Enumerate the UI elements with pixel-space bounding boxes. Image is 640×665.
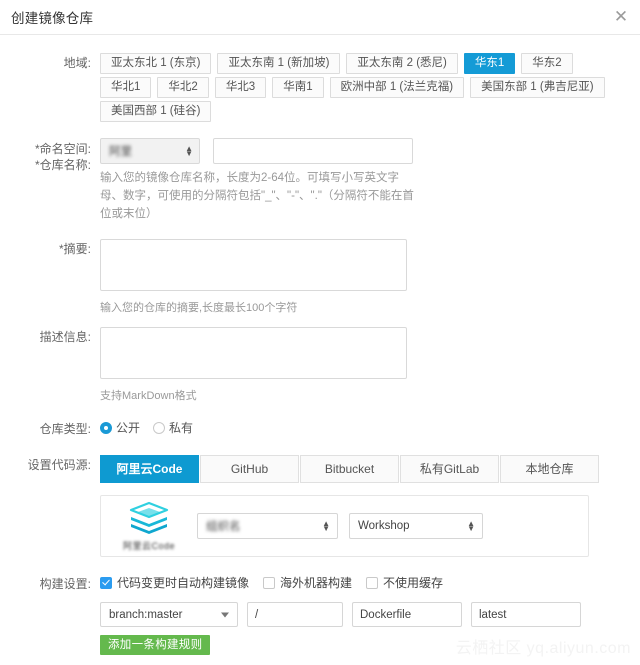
build-checkbox[interactable]: 代码变更时自动构建镜像 bbox=[100, 574, 249, 591]
namespace-labels: *命名空间: *仓库名称: bbox=[0, 138, 100, 173]
repo-name-hint: 输入您的镜像仓库名称，长度为2-64位。可填写小写英文字母、数字，可使用的分隔符… bbox=[100, 172, 414, 220]
radio-dot-icon bbox=[100, 421, 112, 434]
build-checkbox[interactable]: 海外机器构建 bbox=[263, 574, 352, 591]
summary-label: *摘要: bbox=[58, 242, 91, 256]
build-rule-row: branch:master bbox=[100, 602, 640, 627]
summary-row: *摘要: 输入您的仓库的摘要,长度最长100个字符 bbox=[0, 239, 640, 315]
summary-textarea[interactable] bbox=[100, 239, 407, 291]
close-icon[interactable]: ✕ bbox=[612, 8, 630, 26]
repo-type-radio-label: 公开 bbox=[116, 421, 141, 435]
chevron-down-icon bbox=[221, 612, 229, 617]
description-label: 描述信息: bbox=[39, 330, 91, 344]
checkbox-icon bbox=[100, 576, 112, 589]
code-source-project-select[interactable]: Workshop ▲ ▼ bbox=[349, 513, 483, 539]
code-source-tab[interactable]: 本地仓库 bbox=[500, 455, 599, 483]
build-checkbox-group: 代码变更时自动构建镜像 海外机器构建 不使用缓存 bbox=[100, 574, 640, 591]
spinner-arrows-icon: ▲ ▼ bbox=[322, 519, 330, 533]
code-source-logo: 阿里云Code bbox=[101, 501, 197, 552]
repo-type-radio[interactable]: 私有 bbox=[153, 419, 199, 436]
build-branch-select[interactable]: branch:master bbox=[100, 602, 238, 627]
radio-dot-icon bbox=[153, 421, 166, 434]
repo-type-row: 仓库类型: 公开 私有 bbox=[0, 419, 640, 439]
spinner-arrows-icon: ▲ ▼ bbox=[185, 144, 193, 158]
code-source-control: 阿里云Code GitHub Bitbucket 私有GitLab 本地仓库 阿里云Co… bbox=[100, 455, 640, 557]
add-build-rule-button[interactable]: 添加一条构建规则 bbox=[100, 635, 211, 655]
region-button[interactable]: 亚太东北 1 (东京) bbox=[100, 53, 212, 74]
description-row: 描述信息: 支持MarkDown格式 bbox=[0, 327, 640, 403]
code-source-label: 设置代码源: bbox=[27, 458, 91, 472]
code-source-tab[interactable]: 阿里云Code bbox=[100, 455, 199, 483]
dialog-header: 创建镜像仓库 ✕ bbox=[0, 0, 640, 35]
repo-type-radio-label: 私有 bbox=[169, 421, 194, 435]
spinner-arrows-icon: ▲ ▼ bbox=[467, 519, 475, 533]
description-control: 支持MarkDown格式 bbox=[100, 327, 640, 403]
description-hint: 支持MarkDown格式 bbox=[100, 390, 197, 402]
watermark: 云栖社区 yq.aliyun.com bbox=[455, 640, 631, 657]
build-dockerfile-input[interactable] bbox=[352, 602, 462, 627]
region-button[interactable]: 亚太东南 2 (悉尼) bbox=[346, 53, 458, 74]
code-source-tab-group: 阿里云Code GitHub Bitbucket 私有GitLab 本地仓库 bbox=[100, 455, 640, 483]
repo-type-radio[interactable]: 公开 bbox=[100, 419, 146, 436]
repo-type-radio-group: 公开 私有 bbox=[100, 419, 640, 436]
repo-name-input[interactable] bbox=[213, 138, 413, 164]
stacked-layers-icon bbox=[129, 501, 169, 534]
region-row: 地域: 亚太东北 1 (东京) 亚太东南 1 (新加坡) 亚太东南 2 (悉尼) 华东… bbox=[0, 53, 640, 125]
code-source-logo-label: 阿里云Code bbox=[122, 540, 176, 551]
namespace-label: *命名空间: bbox=[34, 142, 91, 156]
namespace-row: *命名空间: *仓库名称: 阿里 ▲ ▼ 输入您的镜像仓库名称，长度为2-64位。… bbox=[0, 138, 640, 223]
region-button[interactable]: 欧洲中部 1 (法兰克福) bbox=[329, 77, 465, 98]
code-source-org-select[interactable]: 组织名 ▲ ▼ bbox=[197, 513, 338, 539]
region-button[interactable]: 华北3 bbox=[214, 77, 267, 98]
region-button[interactable]: 华北1 bbox=[100, 77, 152, 98]
build-checkbox[interactable]: 不使用缓存 bbox=[366, 574, 443, 591]
checkbox-icon bbox=[263, 576, 276, 589]
code-source-project-value: Workshop bbox=[358, 520, 410, 532]
code-source-panel: 阿里云Code 组织名 ▲ ▼ Workshop ▲ ▼ bbox=[100, 495, 589, 557]
region-button[interactable]: 美国西部 1 (硅谷) bbox=[100, 101, 212, 122]
repo-type-control: 公开 私有 bbox=[100, 419, 640, 436]
code-source-tab[interactable]: 私有GitLab bbox=[400, 455, 499, 483]
code-source-tab[interactable]: Bitbucket bbox=[300, 455, 399, 483]
build-checkbox-label: 不使用缓存 bbox=[383, 576, 444, 590]
summary-control: 输入您的仓库的摘要,长度最长100个字符 bbox=[100, 239, 640, 315]
checkbox-icon bbox=[366, 576, 379, 589]
region-button[interactable]: 华东2 bbox=[521, 53, 573, 74]
build-branch-value: branch:master bbox=[109, 608, 183, 621]
code-source-row: 设置代码源: 阿里云Code GitHub Bitbucket 私有GitLab 本地仓… bbox=[0, 455, 640, 557]
build-tag-input[interactable] bbox=[471, 602, 581, 627]
build-context-path-input[interactable] bbox=[247, 602, 343, 627]
region-button[interactable]: 亚太东南 1 (新加坡) bbox=[217, 53, 341, 74]
repo-type-label: 仓库类型: bbox=[39, 422, 91, 436]
region-button-group: 亚太东北 1 (东京) 亚太东南 1 (新加坡) 亚太东南 2 (悉尼) 华东1 华东2… bbox=[100, 53, 625, 125]
code-source-tab[interactable]: GitHub bbox=[200, 455, 299, 483]
page-title: 创建镜像仓库 bbox=[11, 11, 94, 26]
region-button[interactable]: 华北2 bbox=[157, 77, 209, 98]
build-checkbox-label: 海外机器构建 bbox=[280, 576, 353, 590]
region-control: 亚太东北 1 (东京) 亚太东南 1 (新加坡) 亚太东南 2 (悉尼) 华东1 华东2… bbox=[100, 53, 640, 125]
build-checkbox-label: 代码变更时自动构建镜像 bbox=[117, 576, 250, 590]
create-repo-form: 地域: 亚太东北 1 (东京) 亚太东南 1 (新加坡) 亚太东南 2 (悉尼) 华东… bbox=[0, 35, 640, 655]
code-source-org-value: 组织名 bbox=[206, 521, 241, 533]
namespace-control: 阿里 ▲ ▼ 输入您的镜像仓库名称，长度为2-64位。可填写小写英文字母、数字，可… bbox=[100, 138, 640, 223]
namespace-select-value: 阿里 bbox=[109, 146, 132, 158]
summary-hint: 输入您的仓库的摘要,长度最长100个字符 bbox=[100, 302, 298, 314]
description-textarea[interactable] bbox=[100, 327, 407, 379]
region-button[interactable]: 美国东部 1 (弗吉尼亚) bbox=[470, 77, 605, 98]
region-button[interactable]: 华南1 bbox=[272, 77, 324, 98]
repo-name-label: *仓库名称: bbox=[34, 158, 91, 172]
build-settings-label: 构建设置: bbox=[39, 577, 91, 591]
region-button[interactable]: 华东1 bbox=[463, 53, 516, 74]
region-label: 地域: bbox=[63, 56, 91, 70]
namespace-select[interactable]: 阿里 ▲ ▼ bbox=[100, 138, 200, 164]
